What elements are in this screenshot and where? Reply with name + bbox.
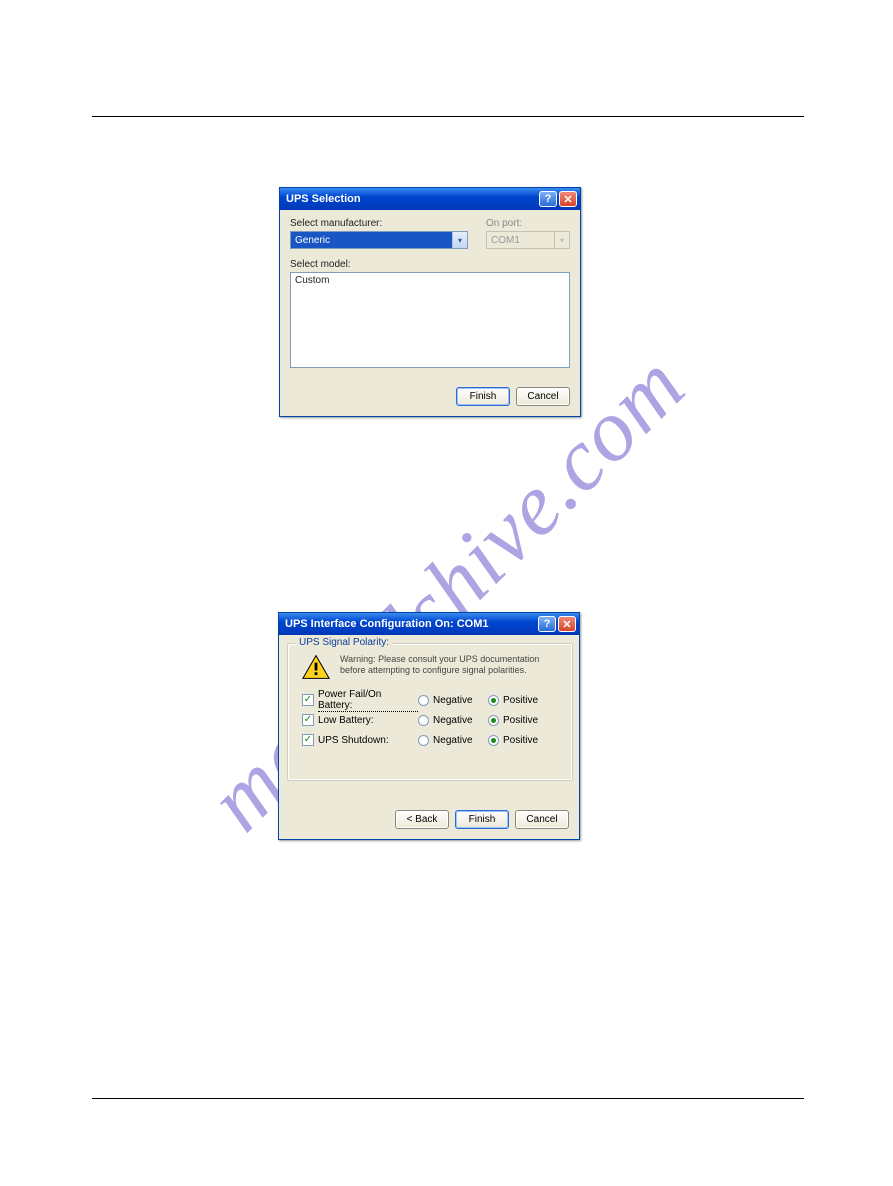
- port-value: COM1: [487, 235, 554, 246]
- manufacturer-value: Generic: [291, 235, 452, 246]
- manufacturer-dropdown[interactable]: Generic ▾: [290, 231, 468, 249]
- checkbox-label: Power Fail/On Battery:: [318, 689, 418, 712]
- checkbox-label: Low Battery:: [318, 715, 374, 726]
- page-rule-top: [92, 116, 804, 117]
- close-icon: ✕: [563, 193, 572, 206]
- cancel-button[interactable]: Cancel: [515, 810, 569, 829]
- radio-negative[interactable]: [418, 715, 429, 726]
- model-listbox[interactable]: Custom: [290, 272, 570, 368]
- radio-positive[interactable]: [488, 715, 499, 726]
- chevron-down-icon: ▾: [554, 232, 569, 248]
- titlebar-close-button[interactable]: ✕: [559, 191, 577, 207]
- radio-negative[interactable]: [418, 735, 429, 746]
- radio-label: Negative: [433, 715, 472, 726]
- polarity-row: ✓ Power Fail/On Battery: Negative Positi…: [302, 690, 558, 710]
- signal-polarity-groupbox: UPS Signal Polarity: Warning: Please con…: [287, 643, 573, 781]
- radio-positive[interactable]: [488, 735, 499, 746]
- checkbox-low-battery[interactable]: ✓: [302, 714, 314, 726]
- titlebar: UPS Interface Configuration On: COM1 ? ✕: [279, 613, 579, 635]
- model-label: Select model:: [290, 259, 570, 270]
- chevron-down-icon: ▾: [452, 232, 467, 248]
- titlebar-close-button[interactable]: ✕: [558, 616, 576, 632]
- checkbox-power-fail[interactable]: ✓: [302, 694, 314, 706]
- manufacturer-label: Select manufacturer:: [290, 218, 468, 229]
- checkbox-ups-shutdown[interactable]: ✓: [302, 734, 314, 746]
- port-label: On port:: [486, 218, 570, 229]
- finish-button[interactable]: Finish: [456, 387, 510, 406]
- page-rule-bottom: [92, 1098, 804, 1099]
- close-icon: ✕: [562, 618, 571, 631]
- titlebar: UPS Selection ? ✕: [280, 188, 580, 210]
- radio-positive[interactable]: [488, 695, 499, 706]
- warning-icon: [302, 654, 330, 680]
- warning-text: Warning: Please consult your UPS documen…: [340, 654, 562, 677]
- radio-label: Negative: [433, 735, 472, 746]
- radio-label: Negative: [433, 695, 472, 706]
- finish-button[interactable]: Finish: [455, 810, 509, 829]
- model-list-item[interactable]: Custom: [295, 275, 565, 286]
- groupbox-legend: UPS Signal Polarity:: [296, 637, 392, 648]
- radio-label: Positive: [503, 695, 538, 706]
- dialog-ups-interface-config: UPS Interface Configuration On: COM1 ? ✕…: [278, 612, 580, 840]
- port-dropdown: COM1 ▾: [486, 231, 570, 249]
- polarity-row: ✓ UPS Shutdown: Negative Positive: [302, 730, 558, 750]
- radio-label: Positive: [503, 735, 538, 746]
- dialog-ups-selection: UPS Selection ? ✕ Select manufacturer: G…: [279, 187, 581, 417]
- back-button[interactable]: < Back: [395, 810, 449, 829]
- titlebar-help-button[interactable]: ?: [538, 616, 556, 632]
- dialog-title: UPS Selection: [286, 193, 537, 205]
- titlebar-help-button[interactable]: ?: [539, 191, 557, 207]
- dialog-title: UPS Interface Configuration On: COM1: [285, 618, 536, 630]
- radio-negative[interactable]: [418, 695, 429, 706]
- radio-label: Positive: [503, 715, 538, 726]
- cancel-button[interactable]: Cancel: [516, 387, 570, 406]
- checkbox-label: UPS Shutdown:: [318, 735, 389, 746]
- polarity-row: ✓ Low Battery: Negative Positive: [302, 710, 558, 730]
